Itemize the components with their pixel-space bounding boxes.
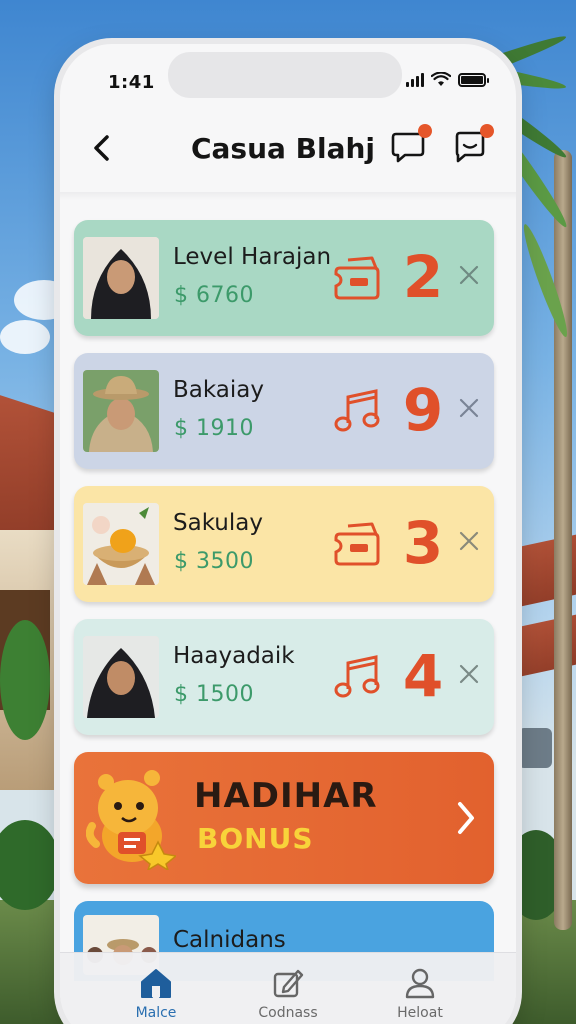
bonus-subtitle: BONUS: [197, 822, 314, 855]
signal-icon: [406, 72, 424, 87]
list-item[interactable]: Bakaiay $ 1910 9: [74, 353, 494, 469]
home-icon: [141, 969, 171, 998]
notification-badge: [480, 124, 494, 138]
item-price: $ 3500: [174, 549, 254, 574]
edit-icon: [273, 969, 304, 998]
item-count: 4: [402, 642, 444, 710]
chevron-right-icon: [458, 802, 474, 834]
close-icon[interactable]: [458, 663, 480, 685]
messages-button[interactable]: [452, 124, 494, 168]
item-name: Sakulay: [173, 510, 263, 536]
chat-button[interactable]: [390, 124, 432, 168]
bonus-banner[interactable]: HADIHAR BONUS: [74, 752, 494, 884]
item-name: Calnidans: [173, 927, 286, 953]
music-note-icon: [334, 389, 380, 432]
avatar: [83, 636, 159, 718]
item-price: $ 1910: [174, 416, 254, 441]
dynamic-island: [168, 52, 402, 98]
notification-badge: [418, 124, 432, 138]
mascot-icon: [86, 770, 176, 870]
close-icon[interactable]: [458, 397, 480, 419]
list-item[interactable]: Level Harajan $ 6760 2: [74, 220, 494, 336]
item-price: $ 6760: [174, 283, 254, 308]
bonus-title: HADIHAR: [194, 776, 378, 816]
car: [518, 728, 552, 768]
close-icon[interactable]: [458, 530, 480, 552]
nav-item-profile[interactable]: Heloat: [370, 965, 470, 1024]
ticket-icon: [334, 522, 380, 566]
wifi-icon: [431, 72, 451, 86]
page-title: Casua Blahj: [190, 132, 376, 165]
nav-label: Heloat: [397, 1005, 443, 1021]
bottom-nav: Malce Codnass Heloat: [60, 952, 516, 1024]
battery-icon: [458, 72, 489, 87]
profile-icon: [405, 968, 435, 999]
item-name: Level Harajan: [173, 244, 332, 270]
avatar: [83, 503, 159, 585]
nav-label: Codnass: [258, 1005, 318, 1021]
nav-item-home[interactable]: Malce: [106, 965, 206, 1024]
item-count: 2: [402, 243, 444, 311]
header-divider: [60, 192, 516, 200]
item-name: Bakaiay: [173, 377, 264, 403]
item-price: $ 1500: [174, 682, 254, 707]
item-count: 9: [402, 376, 444, 444]
ticket-icon: [334, 256, 380, 300]
item-count: 3: [402, 509, 444, 577]
nav-item-edit[interactable]: Codnass: [238, 965, 338, 1024]
phone-frame: 1:41 Casua Blahj Level Harajan $ 6760 2 …: [60, 44, 516, 1024]
status-time: 1:41: [108, 72, 155, 93]
music-note-icon: [334, 655, 380, 698]
avatar: [83, 370, 159, 452]
list-item[interactable]: Sakulay $ 3500 3: [74, 486, 494, 602]
bush: [0, 620, 50, 740]
cloud: [0, 320, 50, 354]
item-list: Level Harajan $ 6760 2 Bakaiay $ 1910 9 …: [74, 220, 494, 981]
nav-label: Malce: [135, 1005, 177, 1021]
palm-trunk: [554, 150, 572, 930]
avatar: [83, 237, 159, 319]
list-item[interactable]: Haayadaik $ 1500 4: [74, 619, 494, 735]
close-icon[interactable]: [458, 264, 480, 286]
status-icons: [406, 72, 489, 87]
item-name: Haayadaik: [173, 643, 295, 669]
header: Casua Blahj: [60, 110, 516, 190]
